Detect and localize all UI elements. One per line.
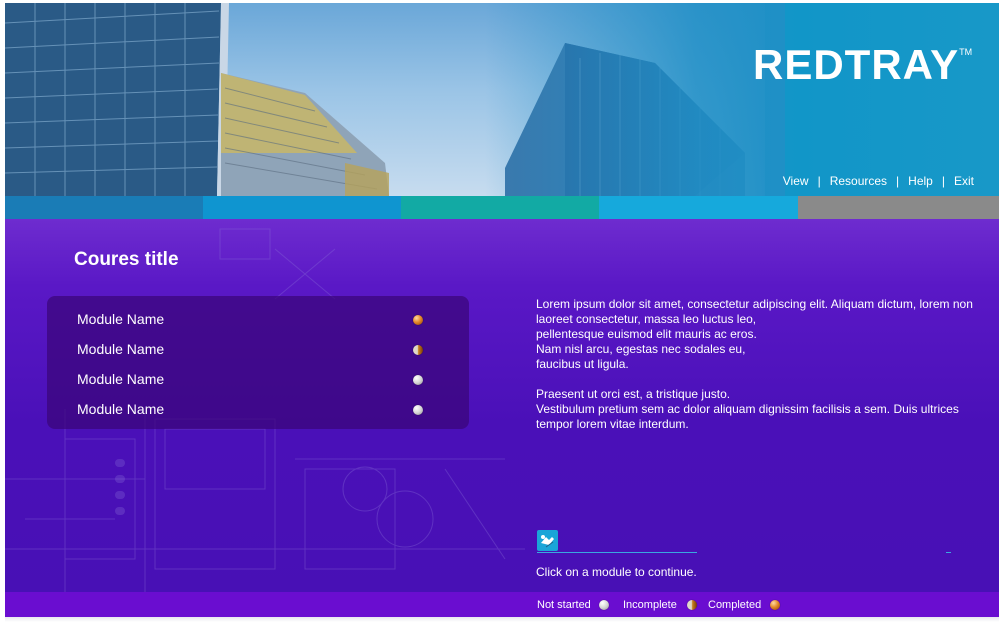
nav-resources-link[interactable]: Resources [830,174,887,188]
nav-help-link[interactable]: Help [908,174,933,188]
incomplete-legend-icon [687,600,697,610]
completed-status-icon [413,315,423,325]
module-name: Module Name [77,401,165,417]
not-started-status-icon [413,375,423,385]
module-name: Module Name [77,371,165,387]
incomplete-status-icon [413,345,423,355]
main-content: Coures title Module Name Module Name Mod… [5,219,999,592]
completed-legend-icon [770,600,780,610]
app-frame: REDTRAYTM View | Resources | Help | Exit [5,3,999,617]
course-title: Coures title [74,249,179,270]
color-strip [5,196,999,219]
module-name: Module Name [77,341,165,357]
top-navigation: View | Resources | Help | Exit [783,174,974,188]
hint-text: Click on a module to continue. [536,565,697,579]
nav-exit-link[interactable]: Exit [954,174,974,188]
nav-separator: | [941,174,945,188]
course-description: Lorem ipsum dolor sit amet, consectetur … [536,297,981,432]
legend-not-started-label: Not started [537,599,591,611]
not-started-status-icon [413,405,423,415]
not-started-legend-icon [599,600,609,610]
module-item-4[interactable]: Module Name [77,399,437,421]
strip-segment-2 [203,196,401,219]
hint-divider [537,552,697,553]
description-line: Vestibulum pretium sem ac dolor aliquam … [536,402,959,431]
description-line: Praesent ut orci est, a tristique justo. [536,387,731,401]
strip-segment-1 [5,196,203,219]
nav-view-link[interactable]: View [783,174,809,188]
module-list-panel: Module Name Module Name Module Name Modu… [47,296,469,429]
legend-completed-label: Completed [708,599,762,611]
status-legend: Not started Incomplete Completed [5,592,999,617]
hint-divider-end [946,552,951,553]
description-line: pellentesque euismod elit mauris ac eros… [536,327,757,341]
strip-segment-3 [401,196,599,219]
nav-separator: | [896,174,900,188]
touch-hand-icon [537,530,558,551]
strip-segment-5 [798,196,999,219]
header-banner: REDTRAYTM View | Resources | Help | Exit [5,3,999,196]
description-line: faucibus ut ligula. [536,357,629,371]
description-line: Lorem ipsum dolor sit amet, consectetur … [536,297,973,326]
module-item-2[interactable]: Module Name [77,339,437,361]
redtray-logo: REDTRAYTM [753,41,973,88]
banner-fade [485,3,785,196]
strip-segment-4 [599,196,798,219]
frame-reflection [5,617,999,622]
module-item-3[interactable]: Module Name [77,369,437,391]
module-item-1[interactable]: Module Name [77,309,437,331]
legend-incomplete-label: Incomplete [623,599,677,611]
nav-separator: | [817,174,821,188]
module-name: Module Name [77,311,165,327]
description-line: Nam nisl arcu, egestas nec sodales eu, [536,342,746,356]
